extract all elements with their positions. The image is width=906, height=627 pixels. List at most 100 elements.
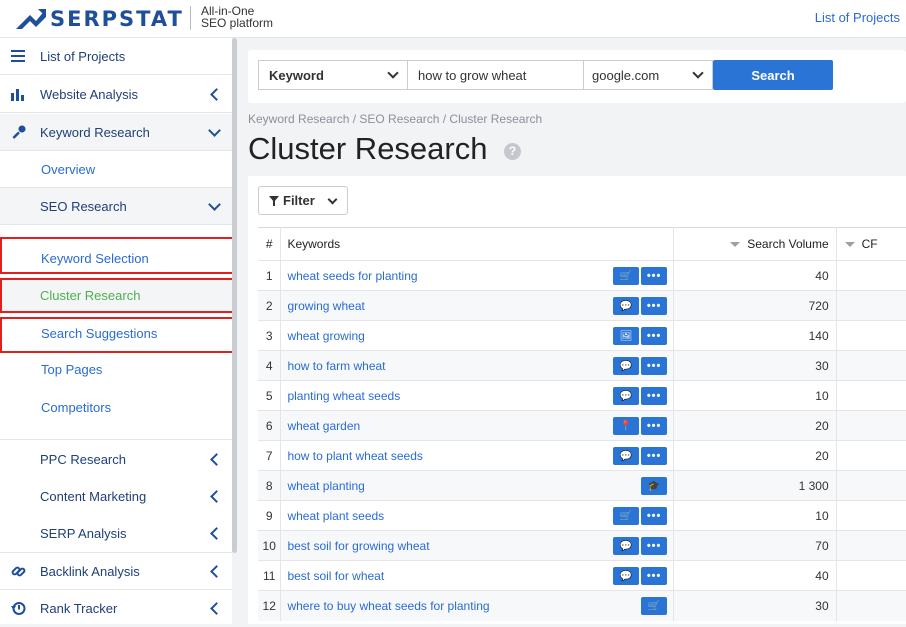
brand-name: SERPSTAT xyxy=(50,7,184,31)
search-type-select[interactable]: Keyword xyxy=(258,60,408,90)
row-number: 5 xyxy=(258,380,282,411)
keyword-cell: best soil for wheat 💬 ••• xyxy=(280,560,675,591)
keyword-link[interactable]: wheat planting xyxy=(287,479,364,493)
sidebar-item-content-marketing[interactable]: Content Marketing xyxy=(0,478,232,515)
keyword-cell: growing wheat 💬 ••• xyxy=(280,290,675,321)
keyword-cell: wheat plant seeds 🛒 ••• xyxy=(280,500,675,531)
more-options-icon[interactable]: ••• xyxy=(641,447,668,465)
chevron-down-icon xyxy=(208,124,221,137)
sidebar-item-serp-analysis[interactable]: SERP Analysis xyxy=(0,515,232,553)
keyword-link[interactable]: wheat garden xyxy=(287,419,360,433)
filter-button[interactable]: Filter xyxy=(258,186,348,215)
chat-icon[interactable]: 💬 xyxy=(613,297,640,315)
results-panel: Filter # Keywords Search Volume CF 1 whea… xyxy=(248,176,906,624)
chat-icon[interactable]: 💬 xyxy=(613,387,640,405)
breadcrumb[interactable]: Keyword Research / SEO Research / Cluste… xyxy=(248,112,542,126)
cart-icon[interactable]: 🛒 xyxy=(613,507,640,525)
serp-feature-badges: 💬 ••• xyxy=(613,447,668,465)
keyword-link[interactable]: how to farm wheat xyxy=(287,359,385,373)
help-icon[interactable]: ? xyxy=(504,143,521,160)
more-options-icon[interactable]: ••• xyxy=(641,387,668,405)
keyword-link[interactable]: wheat growing xyxy=(287,329,364,343)
keyword-link[interactable]: best soil for growing wheat xyxy=(287,539,429,553)
serp-feature-badges: 💬 ••• xyxy=(613,537,668,555)
keywords-table: # Keywords Search Volume CF 1 wheat seeds… xyxy=(258,227,906,621)
serpstat-logo[interactable]: SERPSTAT xyxy=(16,7,184,31)
sidebar-item-competitors[interactable]: Competitors xyxy=(0,388,232,440)
sidebar-item-list-of-projects[interactable]: List of Projects xyxy=(0,38,232,75)
more-options-icon[interactable]: ••• xyxy=(641,507,668,525)
search-input[interactable]: how to grow wheat xyxy=(407,60,584,90)
more-options-icon[interactable]: ••• xyxy=(641,567,668,585)
cpc-cell xyxy=(836,290,906,321)
sidebar-item-website-analysis[interactable]: Website Analysis xyxy=(0,76,232,113)
row-number: 6 xyxy=(258,410,282,441)
sidebar-item-backlink-analysis[interactable]: Backlink Analysis xyxy=(0,553,232,590)
keyword-link[interactable]: best soil for wheat xyxy=(287,569,384,583)
sidebar-item-top-pages[interactable]: Top Pages xyxy=(0,351,232,388)
chevron-left-icon xyxy=(210,602,223,615)
more-options-icon[interactable]: ••• xyxy=(641,267,668,285)
cart-icon[interactable]: 🛒 xyxy=(613,267,640,285)
more-options-icon[interactable]: ••• xyxy=(641,537,668,555)
search-volume-cell: 20 xyxy=(673,410,837,441)
sidebar-label: Keyword Research xyxy=(40,124,150,140)
sidebar-item-keyword-research[interactable]: Keyword Research xyxy=(0,114,232,151)
search-volume-cell: 720 xyxy=(673,290,837,321)
keyword-link[interactable]: planting wheat seeds xyxy=(287,389,400,403)
database-value: google.com xyxy=(592,67,660,83)
sidebar-item-ppc-research[interactable]: PPC Research xyxy=(0,441,232,478)
keyword-link[interactable]: wheat plant seeds xyxy=(287,509,384,523)
logo-mark-icon xyxy=(16,9,46,29)
search-volume-cell: 30 xyxy=(673,590,837,621)
tagline-line-2: SEO platform xyxy=(201,16,274,30)
column-header-cpc[interactable]: CF xyxy=(836,227,906,261)
graduation-cap-icon[interactable]: 🎓 xyxy=(641,477,668,495)
chat-icon[interactable]: 💬 xyxy=(613,357,640,375)
carousel-icon[interactable]: 🖼 xyxy=(613,327,640,345)
map-pin-icon[interactable]: 📍 xyxy=(613,417,640,435)
sort-arrow-icon xyxy=(844,242,855,248)
sidebar-item-overview[interactable]: Overview xyxy=(0,151,232,188)
list-of-projects-link[interactable]: List of Projects xyxy=(815,10,900,25)
sidebar-label: Top Pages xyxy=(41,362,103,377)
sidebar-scrollbar[interactable] xyxy=(232,38,237,553)
highlight-box-search-suggestions xyxy=(0,317,234,353)
keyword-link[interactable]: wheat seeds for planting xyxy=(287,269,417,283)
keyword-cell: best soil for growing wheat 💬 ••• xyxy=(280,530,675,561)
more-options-icon[interactable]: ••• xyxy=(641,357,668,375)
search-button[interactable]: Search xyxy=(713,60,833,90)
chevron-left-icon xyxy=(210,453,223,466)
chat-icon[interactable]: 💬 xyxy=(613,447,640,465)
chat-icon[interactable]: 💬 xyxy=(613,537,640,555)
sidebar-label: Website Analysis xyxy=(40,86,139,102)
keyword-cell: planting wheat seeds 💬 ••• xyxy=(280,380,675,411)
database-select[interactable]: google.com xyxy=(583,60,713,90)
cpc-cell xyxy=(836,530,906,561)
keyword-link[interactable]: how to plant wheat seeds xyxy=(287,449,422,463)
more-options-icon[interactable]: ••• xyxy=(641,327,668,345)
chevron-down-icon xyxy=(387,67,399,79)
page-title: Cluster Research xyxy=(248,131,488,166)
search-volume-cell: 10 xyxy=(673,500,837,531)
chevron-down-icon xyxy=(692,67,704,79)
row-number: 8 xyxy=(258,470,282,501)
cart-icon[interactable]: 🛒 xyxy=(641,597,668,615)
keyword-link[interactable]: growing wheat xyxy=(287,299,364,313)
sidebar-item-seo-research[interactable]: SEO Research xyxy=(0,188,232,225)
more-options-icon[interactable]: ••• xyxy=(641,417,668,435)
table-header-row: # Keywords Search Volume CF xyxy=(258,227,906,261)
column-header-search-volume[interactable]: Search Volume xyxy=(673,227,837,261)
table-row: 6 wheat garden 📍 ••• 20 xyxy=(258,410,906,441)
search-volume-cell: 40 xyxy=(673,560,837,591)
chevron-left-icon xyxy=(210,87,223,101)
row-number: 12 xyxy=(258,590,282,621)
more-options-icon[interactable]: ••• xyxy=(641,297,668,315)
sidebar-label: SERP Analysis xyxy=(40,526,127,541)
row-number: 1 xyxy=(258,260,282,291)
chat-icon[interactable]: 💬 xyxy=(613,567,640,585)
sidebar-label: Rank Tracker xyxy=(40,601,118,616)
keyword-link[interactable]: where to buy wheat seeds for planting xyxy=(287,599,489,613)
column-header-keywords[interactable]: Keywords xyxy=(280,227,675,261)
sidebar-item-rank-tracker[interactable]: Rank Tracker xyxy=(0,590,232,627)
